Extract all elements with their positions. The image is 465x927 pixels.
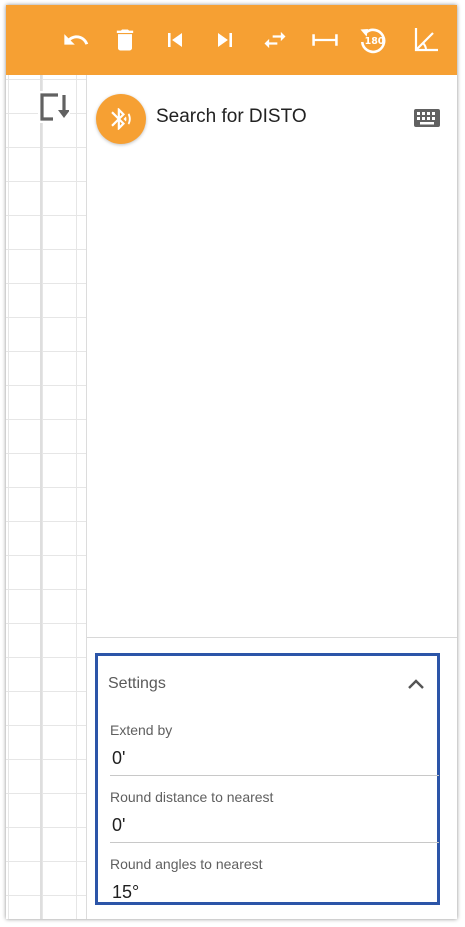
collapse-settings-button[interactable]: [405, 673, 427, 695]
rotate-180-text: 180: [365, 36, 385, 47]
angle-icon: [414, 28, 438, 52]
swap-icon: [264, 31, 286, 49]
field-value[interactable]: 0': [112, 815, 125, 836]
field-label: Extend by: [110, 722, 173, 738]
flip-panel-button[interactable]: [38, 91, 70, 123]
dimension-icon: [312, 34, 338, 46]
rotate-180-icon: 180: [360, 28, 386, 54]
grid-line: [40, 75, 42, 919]
chevron-up-icon: [408, 679, 424, 689]
drawing-canvas[interactable]: [6, 75, 87, 919]
extend-by-field[interactable]: Extend by 0': [110, 722, 439, 788]
field-underline: [110, 775, 439, 776]
previous-button[interactable]: [158, 23, 192, 57]
field-label: Round angles to nearest: [110, 856, 263, 872]
trash-icon: [116, 29, 134, 51]
bluetooth-searching-icon: [111, 108, 131, 130]
toolbar: 180: [6, 5, 457, 75]
app-window: 180 Search for DISTO Settings Extend by …: [6, 5, 457, 919]
flip-icon: [40, 93, 69, 121]
undo-button[interactable]: [59, 23, 93, 57]
settings-title[interactable]: Settings: [108, 675, 166, 693]
side-panel: Search for DISTO Settings Extend by 0' R…: [87, 75, 457, 919]
next-button[interactable]: [208, 23, 242, 57]
round-angles-field[interactable]: Round angles to nearest 15°: [110, 856, 439, 919]
settings-section: Settings Extend by 0' Round distance to …: [95, 653, 440, 905]
swap-button[interactable]: [258, 23, 292, 57]
bluetooth-button[interactable]: [96, 94, 146, 144]
angle-button[interactable]: [409, 23, 443, 57]
field-underline: [110, 842, 439, 843]
search-disto-label[interactable]: Search for DISTO: [156, 106, 307, 128]
keyboard-icon: [414, 109, 440, 127]
dimension-button[interactable]: [308, 23, 342, 57]
undo-icon: [64, 34, 89, 45]
field-label: Round distance to nearest: [110, 789, 274, 805]
skip-previous-icon: [168, 33, 182, 47]
divider: [87, 637, 457, 638]
rotate-180-button[interactable]: 180: [356, 23, 390, 57]
round-distance-field[interactable]: Round distance to nearest 0': [110, 789, 439, 855]
field-value[interactable]: 15°: [112, 882, 139, 903]
keyboard-button[interactable]: [414, 108, 440, 128]
skip-next-icon: [218, 33, 232, 47]
field-value[interactable]: 0': [112, 748, 125, 769]
delete-button[interactable]: [108, 23, 142, 57]
